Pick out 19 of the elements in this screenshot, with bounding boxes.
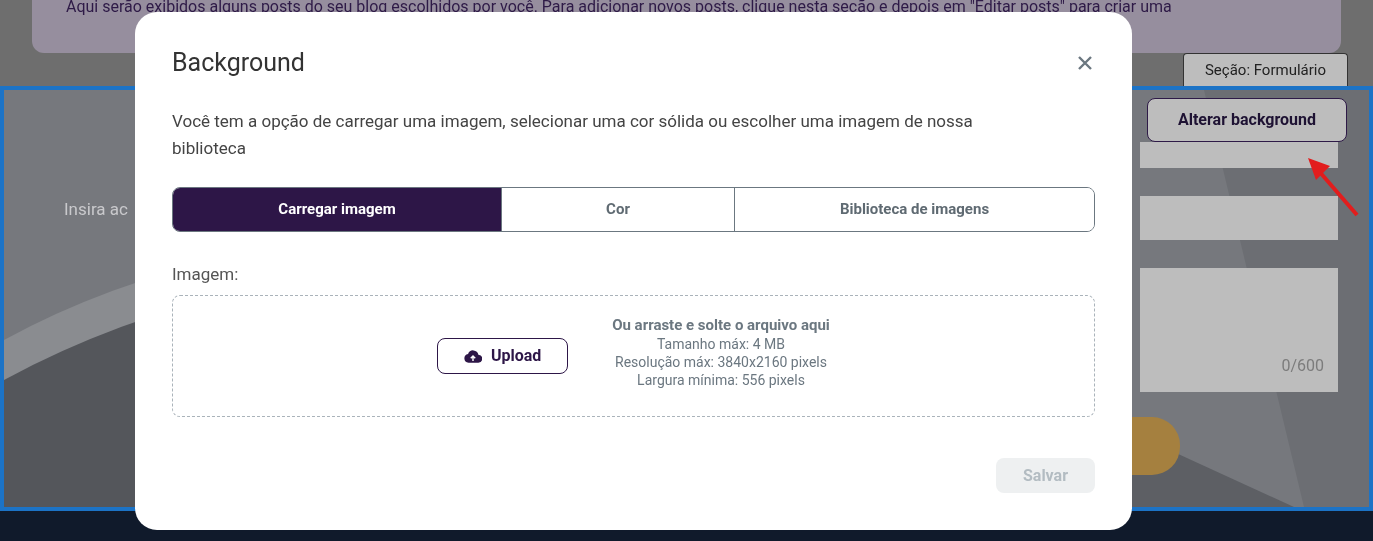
drop-title: Ou arraste e solte o arquivo aqui bbox=[612, 315, 830, 335]
tab[interactable]: Biblioteca de imagens bbox=[734, 187, 1094, 231]
cloud-upload-icon bbox=[463, 349, 482, 363]
requirement-text: Resolução máx: 3840x2160 pixels bbox=[615, 353, 827, 371]
image-label: Imagem: bbox=[172, 262, 240, 286]
close-icon bbox=[1077, 54, 1093, 71]
section-tab[interactable]: Seção: Formulário bbox=[1183, 53, 1348, 86]
tab[interactable]: Carregar imagem bbox=[173, 187, 501, 231]
character-counter: 0/600 bbox=[1281, 355, 1324, 377]
requirement-text: Largura mínima: 556 pixels bbox=[637, 371, 805, 389]
drop-zone[interactable]: Upload Ou arraste e solte o arquivo aqui Tamanho máx: 4 MB Resolução máx: 3840x2160 pixels Largura mínima: 556 pixels bbox=[172, 295, 1095, 417]
hint-text: Insira ac bbox=[64, 199, 128, 219]
modal-description: Você tem a opção de carregar uma imagem, selecionar uma cor sólida ou escolher uma imagem de nossa biblioteca bbox=[172, 109, 974, 160]
modal-title: Background bbox=[172, 47, 305, 79]
requirement-text: Tamanho máx: 4 MB bbox=[657, 335, 785, 353]
change-background-button[interactable]: Alterar background bbox=[1147, 98, 1347, 142]
input-field[interactable] bbox=[1140, 142, 1338, 168]
input-field[interactable] bbox=[1140, 196, 1338, 240]
upload-button[interactable]: Upload bbox=[437, 338, 569, 374]
